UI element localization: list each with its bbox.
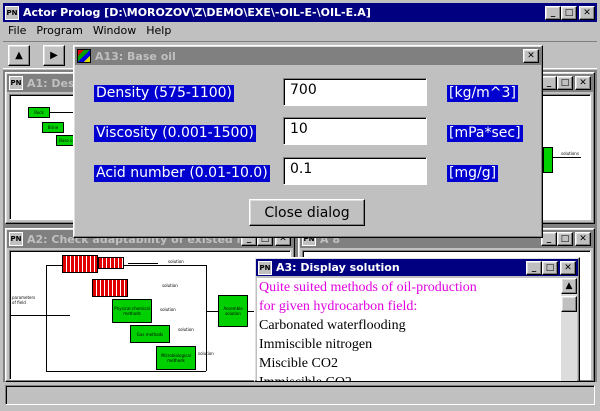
close-icon[interactable]: ✕ [579,5,595,20]
viscosity-field[interactable]: 10 [283,117,427,145]
minimize-icon[interactable]: _ [541,232,557,246]
close-dialog-button[interactable]: Close dialog [249,199,365,226]
viscosity-unit: [mPa*sec] [447,125,523,142]
app-titlebar: PN Actor Prolog [D:\MOROZOV\Z\DEMO\EXE\-… [3,3,597,22]
a2-solution-label-4: solution [178,327,194,332]
a2-solution-label-1: solution [168,259,184,264]
window-a3[interactable]: PN A3: Display solution _ □ ✕ Quite suit… [254,257,580,382]
a3-titlebar[interactable]: PN A3: Display solution _ □ ✕ [256,259,578,276]
menu-program[interactable]: Program [31,22,87,40]
window-a2[interactable]: PN A2: Check adaptability of existed m..… [5,228,295,382]
a2-parameters-label: parameters of field [12,295,36,305]
a2-box-gas: Gas methods [130,325,170,343]
scrollbar-thumb[interactable] [561,296,577,312]
a2-box-microbiological: Microbiological methods [156,346,196,370]
a2-box-assemble: Assemble solution [218,295,248,327]
dialog-app-icon[interactable] [77,49,91,63]
scroll-up-icon[interactable]: ▲ [561,278,577,294]
maximize-icon[interactable]: □ [557,76,573,90]
acid-number-field[interactable]: 0.1 [283,157,427,185]
close-icon[interactable]: ✕ [560,260,576,275]
run-button[interactable]: ▶ [43,45,65,66]
dialog-titlebar[interactable]: A13: Base oil ✕ [75,47,541,65]
app-window-controls: _ □ ✕ [545,5,595,20]
menu-help[interactable]: Help [141,22,176,40]
a1-box-brine: Brine [42,122,64,133]
a2-red-box-1 [62,255,98,273]
app-icon[interactable]: PN [5,5,19,20]
minimize-icon[interactable]: _ [545,5,561,20]
status-bar [5,385,595,405]
stop-button[interactable]: ▲ [8,45,30,66]
minimize-icon[interactable]: _ [541,76,557,90]
density-field[interactable]: 700 [283,78,427,106]
menu-bar: File Program Window Help [3,22,597,40]
a3-text-area[interactable]: Quite suited methods of oil-production f… [257,278,561,381]
a3-line-2: for given hydrocarbon field: [259,299,418,314]
dialog-base-oil[interactable]: A13: Base oil ✕ Density (575-1100) 700 [… [73,45,543,238]
a2-box-physical-chemical: Physical-chemical methods [112,299,152,323]
acid-number-unit: [mg/g] [447,165,499,182]
density-unit: [kg/m^3] [447,85,518,102]
a2-red-box-3 [92,279,128,297]
a2-solution-label-3: solution [160,307,176,312]
a2-red-box-2 [98,257,124,269]
minimize-icon[interactable]: _ [526,260,542,275]
maximize-icon[interactable]: □ [542,260,558,275]
close-icon[interactable]: ✕ [575,76,591,90]
a2-canvas: parameters of field Physical-chemical me… [9,250,292,380]
a1-box-rock: Rock [28,107,50,118]
maximize-icon[interactable]: □ [557,232,573,246]
a1-icon[interactable]: PN [9,76,23,90]
a-right-box [543,147,553,173]
a3-line-1: Quite suited methods of oil-production [259,280,477,295]
maximize-icon[interactable]: □ [561,5,577,20]
a3-line-6: Immiscible CO2 [259,373,561,381]
menu-file[interactable]: File [3,22,31,40]
viscosity-label: Viscosity (0.001-1500) [94,125,256,142]
app-title: Actor Prolog [D:\MOROZOV\Z\DEMO\EXE\-OIL… [23,6,371,19]
dialog-title: A13: Base oil [95,49,176,63]
a3-line-4: Immiscible nitrogen [259,337,373,352]
a3-line-3: Carbonated waterflooding [259,318,406,333]
a-right-solutions-label: solutions [561,151,579,156]
a3-line-5: Miscible CO2 [259,356,338,371]
close-icon[interactable]: ✕ [523,49,539,63]
a3-vertical-scrollbar[interactable]: ▲ [561,278,577,381]
a3-title: A3: Display solution [276,261,400,274]
a2-solution-label-2: solution [162,283,178,288]
density-label: Density (575-1100) [94,85,235,102]
menu-window[interactable]: Window [88,22,141,40]
a2-solution-label-5: solution [198,351,214,356]
close-icon[interactable]: ✕ [575,232,591,246]
a3-icon[interactable]: PN [258,260,272,275]
a2-icon[interactable]: PN [9,232,23,246]
acid-number-label: Acid number (0.01-10.0) [94,165,270,182]
